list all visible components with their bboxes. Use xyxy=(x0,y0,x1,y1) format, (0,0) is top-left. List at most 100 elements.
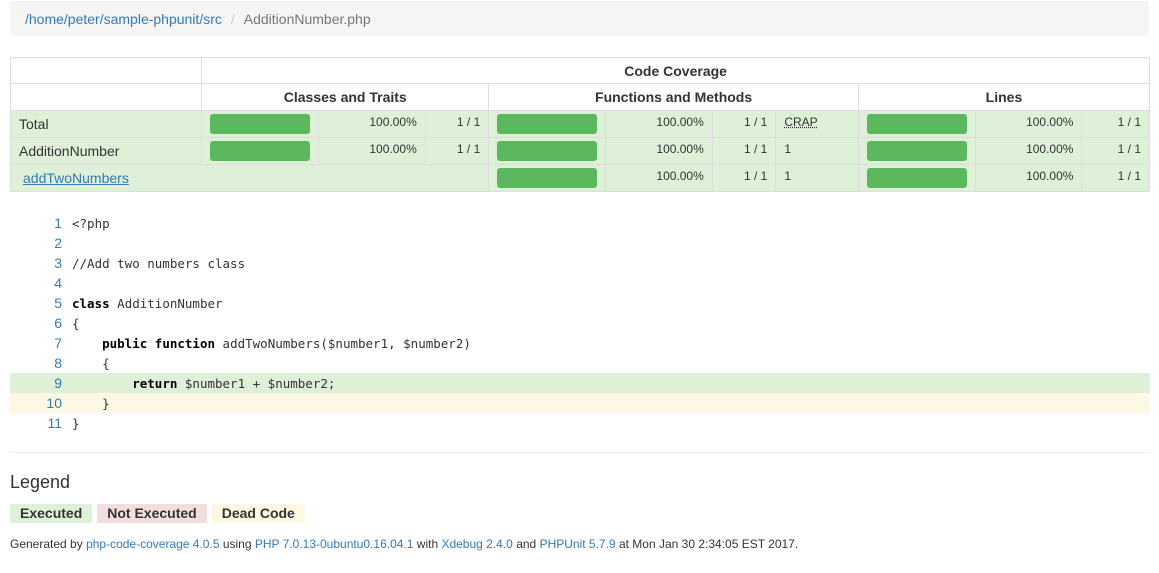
line-number[interactable]: 6 xyxy=(10,315,72,331)
legend-not-executed: Not Executed xyxy=(97,504,207,523)
code-text: { xyxy=(72,355,110,371)
footer-link-xdebug[interactable]: Xdebug 2.4.0 xyxy=(441,537,512,551)
progress-fill xyxy=(866,168,967,188)
code-line: 7 public function addTwoNumbers($number1… xyxy=(10,333,1150,353)
progress-fill xyxy=(866,114,967,134)
coverage-header-blank xyxy=(9,57,203,84)
code-line: 4 xyxy=(10,273,1150,293)
functions-progress-bar xyxy=(488,137,607,165)
footer-text: Generated by xyxy=(10,537,87,551)
column-functions-methods: Functions and Methods xyxy=(488,83,859,111)
breadcrumb: /home/peter/sample-phpunit/src / Additio… xyxy=(10,1,1149,36)
line-number[interactable]: 7 xyxy=(10,335,72,351)
row-name: addTwoNumbers xyxy=(9,164,490,192)
lines-fraction: 1 / 1 xyxy=(1081,110,1150,138)
crap-abbr: CRAP xyxy=(784,115,818,129)
table-row-class: AdditionNumber 100.00% 1 / 1 100.00% 1 /… xyxy=(9,137,1150,165)
breadcrumb-link-src[interactable]: /home/peter/sample-phpunit/src xyxy=(25,11,222,27)
functions-progress-bar xyxy=(488,110,607,138)
line-number[interactable]: 5 xyxy=(10,295,72,311)
code-line: 8 { xyxy=(10,353,1150,373)
legend-dead-code: Dead Code xyxy=(211,504,305,523)
code-line: 3//Add two numbers class xyxy=(10,253,1150,273)
code-line: 1 <?php xyxy=(10,213,1150,233)
progress-fill xyxy=(497,168,598,188)
lines-fraction: 1 / 1 xyxy=(1081,164,1150,192)
code-text: } xyxy=(72,395,110,411)
divider xyxy=(10,452,1150,453)
line-number[interactable]: 1 xyxy=(10,215,72,231)
line-number[interactable]: 3 xyxy=(10,255,72,271)
line-number[interactable]: 2 xyxy=(10,235,72,251)
classes-progress-bar xyxy=(201,110,320,138)
column-classes-traits: Classes and Traits xyxy=(201,83,490,111)
code-text: { xyxy=(72,315,80,331)
functions-percent: 100.00% xyxy=(605,164,713,192)
footer-text: and xyxy=(512,537,540,551)
lines-fraction: 1 / 1 xyxy=(1081,137,1150,165)
line-number[interactable]: 9 xyxy=(10,375,72,391)
line-number[interactable]: 4 xyxy=(10,275,72,291)
code-text: } xyxy=(72,415,80,431)
classes-fraction: 1 / 1 xyxy=(424,137,490,165)
line-number[interactable]: 8 xyxy=(10,355,72,371)
lines-progress-bar xyxy=(857,137,976,165)
footer-text: with xyxy=(413,537,442,551)
crap-header: CRAP xyxy=(775,110,859,138)
code-text: //Add two numbers class xyxy=(72,255,246,271)
legend-executed: Executed xyxy=(10,504,93,523)
code-line: 6{ xyxy=(10,313,1150,333)
footer-link-php-code-coverage[interactable]: php-code-coverage 4.0.5 xyxy=(86,537,219,551)
lines-progress-bar xyxy=(857,110,976,138)
classes-fraction: 1 / 1 xyxy=(424,110,490,138)
code-text: <?php xyxy=(72,215,110,231)
classes-percent: 100.00% xyxy=(318,137,426,165)
crap-value: 1 xyxy=(775,137,859,165)
code-line: 11} xyxy=(10,413,1150,433)
row-name: Total xyxy=(9,110,203,138)
coverage-subheader-blank xyxy=(9,83,203,111)
functions-progress-bar xyxy=(488,164,607,192)
legend: Executed Not Executed Dead Code xyxy=(10,504,310,523)
functions-percent: 100.00% xyxy=(605,137,713,165)
code-line: 5 class AdditionNumber xyxy=(10,293,1150,313)
progress-fill xyxy=(497,141,598,161)
column-lines: Lines xyxy=(857,83,1151,111)
footer-text: using xyxy=(219,537,255,551)
breadcrumb-separator: / xyxy=(230,10,235,27)
functions-fraction: 1 / 1 xyxy=(711,137,777,165)
lines-progress-bar xyxy=(857,164,976,192)
legend-title: Legend xyxy=(10,472,71,492)
progress-fill xyxy=(497,114,598,134)
lines-percent: 100.00% xyxy=(974,137,1083,165)
table-row-method: addTwoNumbers 100.00% 1 / 1 1 100.00% 1 … xyxy=(9,164,1150,192)
coverage-header-title: Code Coverage xyxy=(201,57,1150,84)
line-number[interactable]: 11 xyxy=(10,415,72,431)
code-line: 2 xyxy=(10,233,1150,253)
progress-fill xyxy=(210,114,311,134)
progress-fill xyxy=(866,141,967,161)
coverage-table: Code Coverage Classes and Traits Functio… xyxy=(9,57,1151,192)
footer-text: at Mon Jan 30 2:34:05 EST 2017. xyxy=(615,537,799,551)
source-code-listing: 1 <?php 2 3//Add two numbers class 4 5 class A… xyxy=(10,213,1150,433)
code-line: 10 } xyxy=(10,393,1150,413)
line-number[interactable]: 10 xyxy=(10,395,72,411)
functions-percent: 100.00% xyxy=(605,110,713,138)
functions-fraction: 1 / 1 xyxy=(711,164,777,192)
code-text: public function addTwoNumbers($number1, … xyxy=(102,335,471,351)
row-name: AdditionNumber xyxy=(9,137,203,165)
code-text: class AdditionNumber xyxy=(72,295,223,311)
table-row-total: Total 100.00% 1 / 1 100.00% 1 / 1 CRAP 1… xyxy=(9,110,1150,138)
crap-value: 1 xyxy=(775,164,859,192)
footer-link-phpunit[interactable]: PHPUnit 5.7.9 xyxy=(540,537,616,551)
functions-fraction: 1 / 1 xyxy=(711,110,777,138)
method-link-addTwoNumbers[interactable]: addTwoNumbers xyxy=(19,170,129,186)
code-line: 9 return $number1 + $number2; xyxy=(10,373,1150,393)
footer-link-php[interactable]: PHP 7.0.13-0ubuntu0.16.04.1 xyxy=(255,537,414,551)
classes-percent: 100.00% xyxy=(318,110,426,138)
classes-progress-bar xyxy=(201,137,320,165)
lines-percent: 100.00% xyxy=(974,110,1083,138)
progress-fill xyxy=(210,141,311,161)
breadcrumb-current-file: AdditionNumber.php xyxy=(243,10,371,27)
footer: Generated by php-code-coverage 4.0.5 usi… xyxy=(10,537,798,551)
